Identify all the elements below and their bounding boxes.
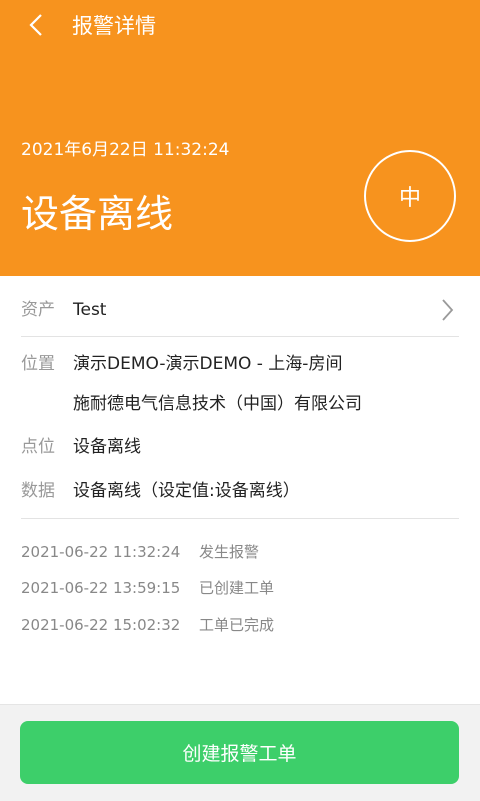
point-row: 点位 设备离线	[21, 435, 141, 459]
alarm-title: 设备离线	[21, 192, 174, 236]
asset-value: Test	[73, 300, 107, 320]
point-value: 设备离线	[73, 437, 141, 457]
log-time: 2021-06-22 15:02:32	[21, 616, 181, 634]
alarm-level-text: 中	[398, 186, 421, 211]
log-event: 已创建工单	[199, 579, 275, 597]
log-time: 2021-06-22 11:32:24	[21, 543, 181, 561]
chevron-right-icon[interactable]	[438, 296, 456, 324]
alarm-level-badge: 中	[364, 150, 456, 242]
point-label: 点位	[21, 437, 55, 457]
data-value: 设备离线（设定值:设备离线）	[73, 481, 300, 501]
data-row: 数据 设备离线（设定值:设备离线）	[21, 479, 300, 503]
location-row: 位置 演示DEMO-演示DEMO - 上海-房间	[21, 352, 342, 376]
log-item: 2021-06-22 11:32:24 发生报警	[21, 542, 259, 562]
divider	[21, 336, 459, 337]
asset-label: 资产	[21, 300, 55, 320]
data-label: 数据	[21, 481, 55, 501]
alarm-header: 报警详情 2021年6月22日 11:32:24 设备离线 中	[0, 0, 480, 276]
location-line-2: 施耐德电气信息技术（中国）有限公司	[73, 394, 362, 414]
alarm-time: 2021年6月22日 11:32:24	[21, 140, 230, 160]
log-event: 工单已完成	[199, 616, 275, 634]
divider	[21, 518, 459, 519]
log-time: 2021-06-22 13:59:15	[21, 579, 181, 597]
location-label: 位置	[21, 354, 55, 374]
location-row-2: 施耐德电气信息技术（中国）有限公司	[73, 392, 362, 416]
create-work-order-button[interactable]: 创建报警工单	[20, 721, 459, 784]
back-arrow-icon[interactable]	[22, 10, 52, 40]
asset-row[interactable]: 资产 Test	[21, 298, 106, 322]
log-item: 2021-06-22 13:59:15 已创建工单	[21, 578, 274, 598]
log-item: 2021-06-22 15:02:32 工单已完成	[21, 615, 274, 635]
page-title: 报警详情	[72, 14, 156, 38]
create-work-order-label: 创建报警工单	[182, 743, 297, 765]
location-line-1: 演示DEMO-演示DEMO - 上海-房间	[73, 354, 343, 374]
log-event: 发生报警	[199, 543, 260, 561]
